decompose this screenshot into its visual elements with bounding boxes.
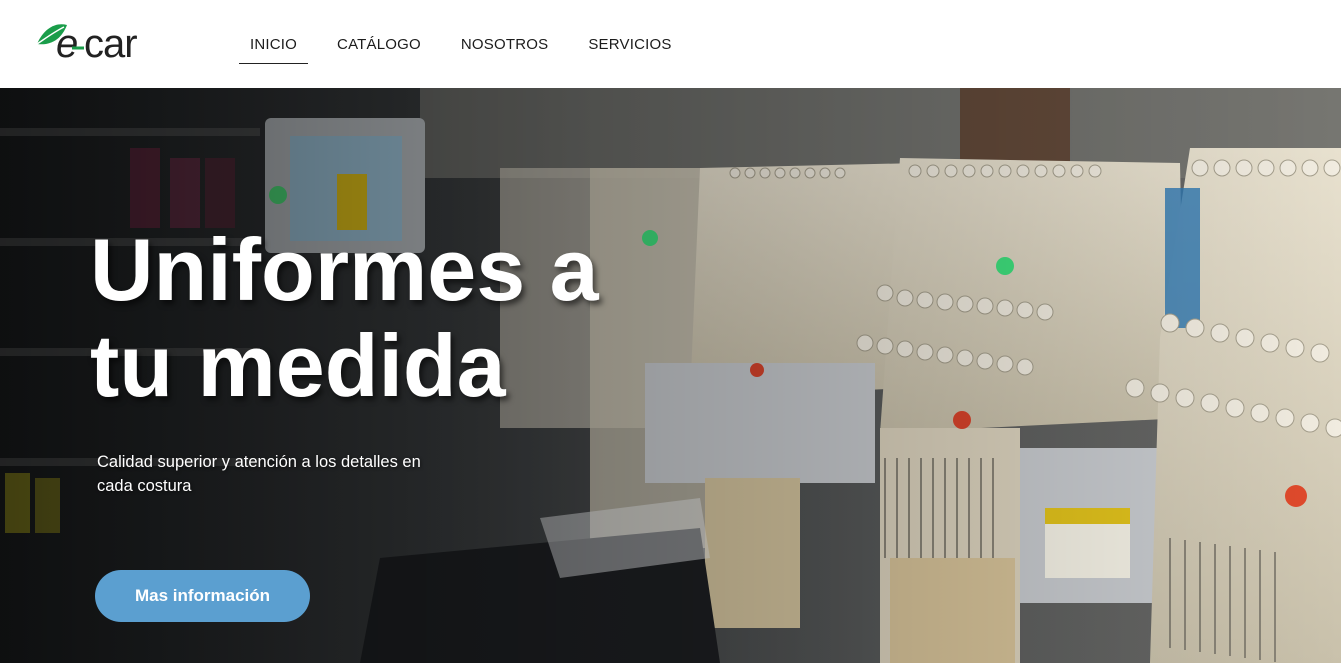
nav-item-nosotros[interactable]: NOSOTROS	[450, 24, 559, 64]
site-header: e car INICIO CATÁLOGO NOSOTROS SERVICIOS	[0, 0, 1341, 88]
hero-title-line-2: tu medida	[90, 316, 506, 415]
hero-title: Uniformes a tu medida	[90, 222, 710, 414]
ecar-logo[interactable]: e car	[34, 16, 169, 64]
nav-item-catalogo[interactable]: CATÁLOGO	[326, 24, 432, 64]
main-nav: INICIO CATÁLOGO NOSOTROS SERVICIOS	[239, 24, 701, 64]
hero-subtitle: Calidad superior y atención a los detall…	[97, 453, 421, 495]
nav-item-inicio[interactable]: INICIO	[239, 24, 309, 64]
svg-text:car: car	[84, 22, 137, 64]
svg-text:e: e	[56, 22, 77, 64]
hero-banner: Uniformes a tu medida Calidad superior y…	[0, 88, 1341, 663]
hero-title-line-1: Uniformes a	[90, 220, 599, 319]
more-info-button[interactable]: Mas información	[95, 570, 310, 622]
nav-item-servicios[interactable]: SERVICIOS	[577, 24, 682, 64]
